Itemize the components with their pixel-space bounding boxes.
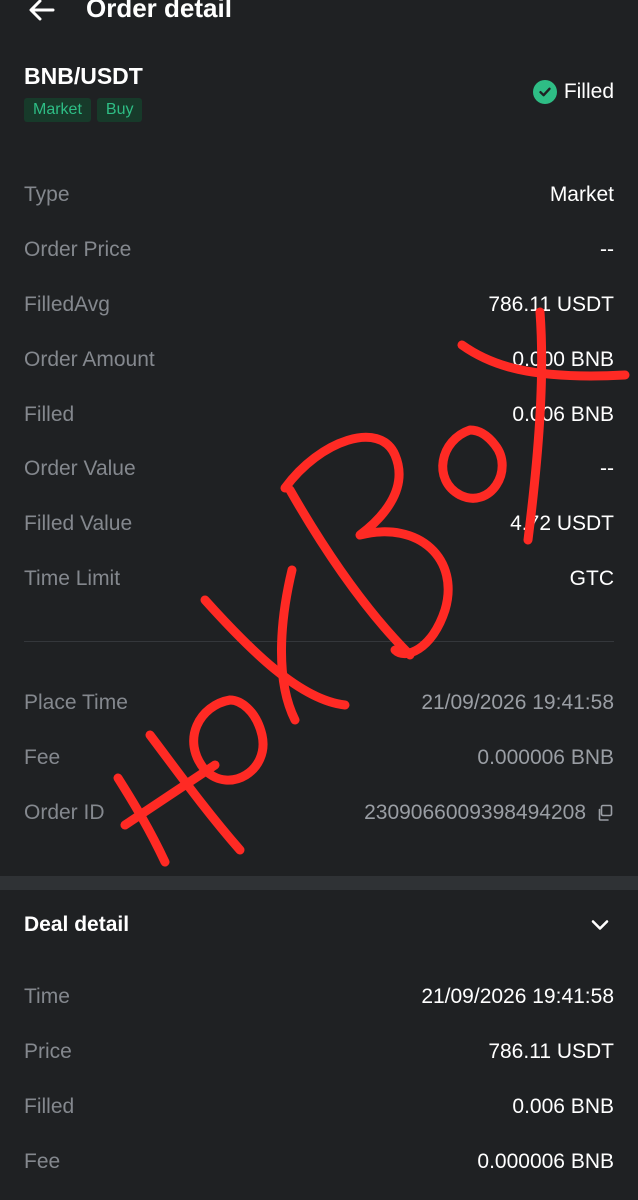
detail-row-filled-value: Filled Value 4.72 USDT xyxy=(24,497,614,552)
deal-row-filled: Filled 0.006 BNB xyxy=(24,1080,614,1135)
row-value: 786.11 USDT xyxy=(488,1040,614,1064)
meta-row-place-time: Place Time 21/09/2026 19:41:58 xyxy=(24,676,614,731)
row-label: Filled xyxy=(24,1094,75,1118)
detail-row-time-limit: Time Limit GTC xyxy=(24,552,614,607)
detail-row-order-price: Order Price -- xyxy=(24,223,614,278)
row-label: Place Time xyxy=(24,691,128,715)
detail-row-order-value: Order Value -- xyxy=(24,442,614,497)
row-label: Time xyxy=(24,985,70,1009)
order-id-value: 2309066009398494208 xyxy=(364,801,614,825)
row-label: Fee xyxy=(24,746,61,770)
section-divider xyxy=(24,641,614,642)
chevron-down-icon[interactable] xyxy=(586,911,614,939)
status-badge: Filled xyxy=(532,80,614,104)
section-gap xyxy=(0,876,638,890)
deal-row-price: Price 786.11 USDT xyxy=(24,1025,614,1080)
row-value: 0.006 BNB xyxy=(512,402,614,426)
row-value: 0.000006 BNB xyxy=(477,1149,614,1173)
deal-row-fee: Fee 0.000006 BNB xyxy=(24,1134,614,1189)
row-label: Filled Value xyxy=(24,512,133,536)
row-value: Market xyxy=(549,183,614,207)
deal-detail-header[interactable]: Deal detail xyxy=(24,905,614,945)
row-label: Order Value xyxy=(24,457,136,481)
row-value: 21/09/2026 19:41:58 xyxy=(421,691,614,715)
detail-row-type: Type Market xyxy=(24,168,614,223)
detail-row-order-amount: Order Amount 0.000 BNB xyxy=(24,332,614,387)
order-tags: Market Buy xyxy=(24,98,614,122)
row-label: Time Limit xyxy=(24,566,121,590)
row-label: Price xyxy=(24,1040,72,1064)
row-value: 0.000006 BNB xyxy=(477,746,614,770)
trading-pair: BNB/USDT xyxy=(24,63,143,89)
deal-detail-title: Deal detail xyxy=(24,913,130,936)
order-id-text: 2309066009398494208 xyxy=(364,800,586,824)
row-value: 4.72 USDT xyxy=(510,512,614,536)
top-bar: Order detail xyxy=(0,0,638,30)
row-value: GTC xyxy=(569,566,614,590)
meta-row-order-id: Order ID 2309066009398494208 xyxy=(24,786,614,841)
order-header: BNB/USDT Market Buy Filled xyxy=(24,60,614,132)
row-label: Order Price xyxy=(24,238,132,262)
check-circle-icon xyxy=(532,80,557,104)
order-details-list: Type Market Order Price -- FilledAvg 786… xyxy=(24,168,614,606)
deal-row-time: Time 21/09/2026 19:41:58 xyxy=(24,970,614,1025)
row-label: Type xyxy=(24,183,70,207)
arrow-left-icon xyxy=(29,0,55,21)
order-meta-list: Place Time 21/09/2026 19:41:58 Fee 0.000… xyxy=(24,676,614,840)
meta-row-fee: Fee 0.000006 BNB xyxy=(24,731,614,786)
detail-row-filled-avg: FilledAvg 786.11 USDT xyxy=(24,278,614,333)
row-value: 0.006 BNB xyxy=(512,1094,614,1118)
row-value: -- xyxy=(600,238,614,262)
back-button[interactable] xyxy=(26,0,58,26)
deal-details-list: Time 21/09/2026 19:41:58 Price 786.11 US… xyxy=(24,970,614,1189)
row-value: 0.000 BNB xyxy=(512,347,614,371)
status-text: Filled xyxy=(563,80,614,103)
row-label: Fee xyxy=(24,1149,61,1173)
page-title: Order detail xyxy=(86,0,232,23)
row-label: FilledAvg xyxy=(24,292,110,316)
order-type-tag: Market xyxy=(24,98,91,122)
detail-row-filled: Filled 0.006 BNB xyxy=(24,387,614,442)
row-value: 21/09/2026 19:41:58 xyxy=(421,985,614,1009)
row-value: -- xyxy=(600,457,614,481)
copy-icon[interactable] xyxy=(596,804,614,822)
order-side-tag: Buy xyxy=(96,98,143,122)
row-label: Order ID xyxy=(24,800,105,824)
row-label: Filled xyxy=(24,402,75,426)
row-label: Order Amount xyxy=(24,347,155,371)
row-value: 786.11 USDT xyxy=(488,292,614,316)
